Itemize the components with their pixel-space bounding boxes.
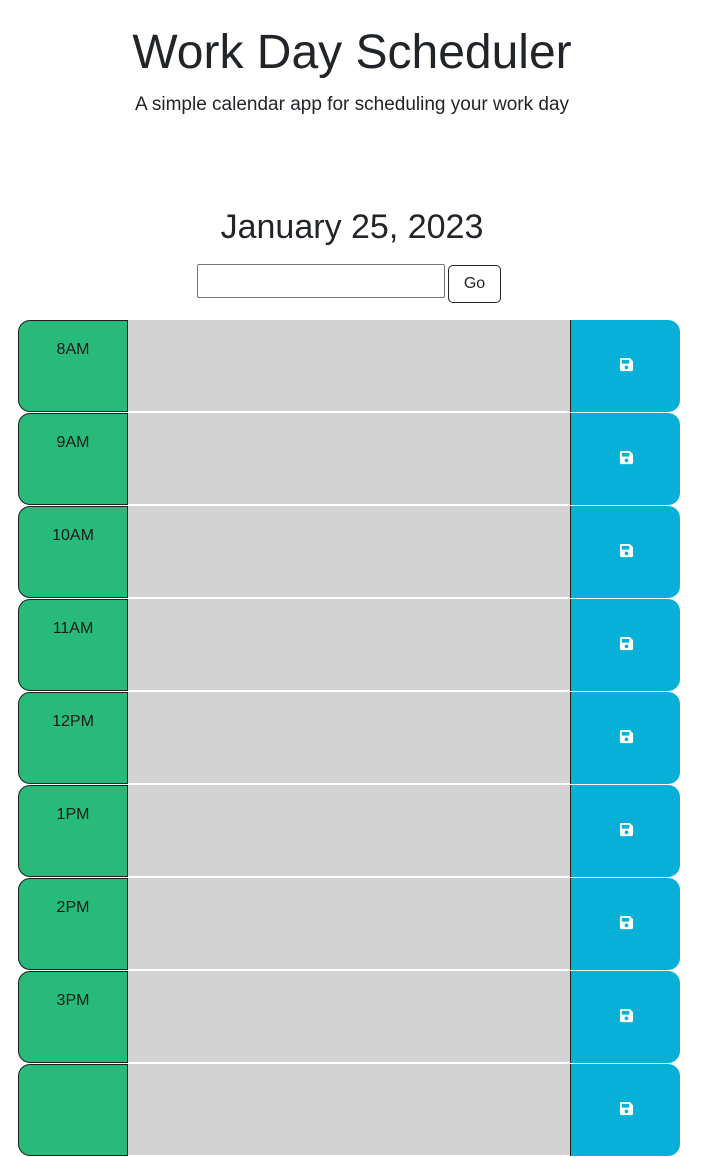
hour-text: 10AM [52,527,94,544]
hour-label: 12PM [18,692,128,784]
floppy-disk-icon [619,357,634,372]
current-date: January 25, 2023 [220,208,484,246]
date-input[interactable] [197,264,445,298]
time-block-row: 3PM [18,971,680,1064]
hour-text: 1PM [56,806,90,823]
description-textarea[interactable] [128,971,570,1063]
hour-label: 9AM [18,413,128,505]
hour-label: 2PM [18,878,128,970]
time-block-row: 8AM [18,320,680,413]
description-textarea[interactable] [128,785,570,877]
description-textarea[interactable] [128,320,570,412]
page-title: Work Day Scheduler [132,26,572,79]
description-textarea[interactable] [128,413,570,505]
description-textarea[interactable] [128,599,570,691]
description-textarea[interactable] [128,692,570,784]
hour-text: 9AM [56,434,90,451]
hour-label: 1PM [18,785,128,877]
timeblock-list: 8AM 9AM 10AM 11AM 12PM 1PM 2PM 3PM [18,320,680,1157]
save-button[interactable] [570,1064,680,1156]
page-subtitle: A simple calendar app for scheduling you… [134,94,570,115]
save-button[interactable] [570,320,680,412]
time-block-row: 1PM [18,785,680,878]
hour-text: 2PM [56,899,90,916]
time-block-row: 2PM [18,878,680,971]
save-button[interactable] [570,506,680,598]
time-block-row: 12PM [18,692,680,785]
floppy-disk-icon [619,1008,634,1023]
hour-text: 8AM [56,341,90,358]
save-button[interactable] [570,599,680,691]
floppy-disk-icon [619,729,634,744]
save-button[interactable] [570,785,680,877]
hour-text: 3PM [56,992,90,1009]
time-block-row: 9AM [18,413,680,506]
time-block-row [18,1064,680,1157]
floppy-disk-icon [619,636,634,651]
description-textarea[interactable] [128,506,570,598]
description-textarea[interactable] [128,878,570,970]
hour-label: 10AM [18,506,128,598]
floppy-disk-icon [619,1101,634,1116]
time-block-row: 10AM [18,506,680,599]
time-block-row: 11AM [18,599,680,692]
floppy-disk-icon [619,450,634,465]
hour-label: 8AM [18,320,128,412]
save-button[interactable] [570,692,680,784]
hour-label: 3PM [18,971,128,1063]
floppy-disk-icon [619,543,634,558]
floppy-disk-icon [619,915,634,930]
save-button[interactable] [570,971,680,1063]
floppy-disk-icon [619,822,634,837]
hour-label [18,1064,128,1156]
save-button[interactable] [570,413,680,505]
description-textarea[interactable] [128,1064,570,1156]
save-button[interactable] [570,878,680,970]
hour-text: 11AM [52,620,94,637]
hour-text: 12PM [52,713,94,730]
hour-label: 11AM [18,599,128,691]
go-button[interactable]: Go [448,265,501,303]
